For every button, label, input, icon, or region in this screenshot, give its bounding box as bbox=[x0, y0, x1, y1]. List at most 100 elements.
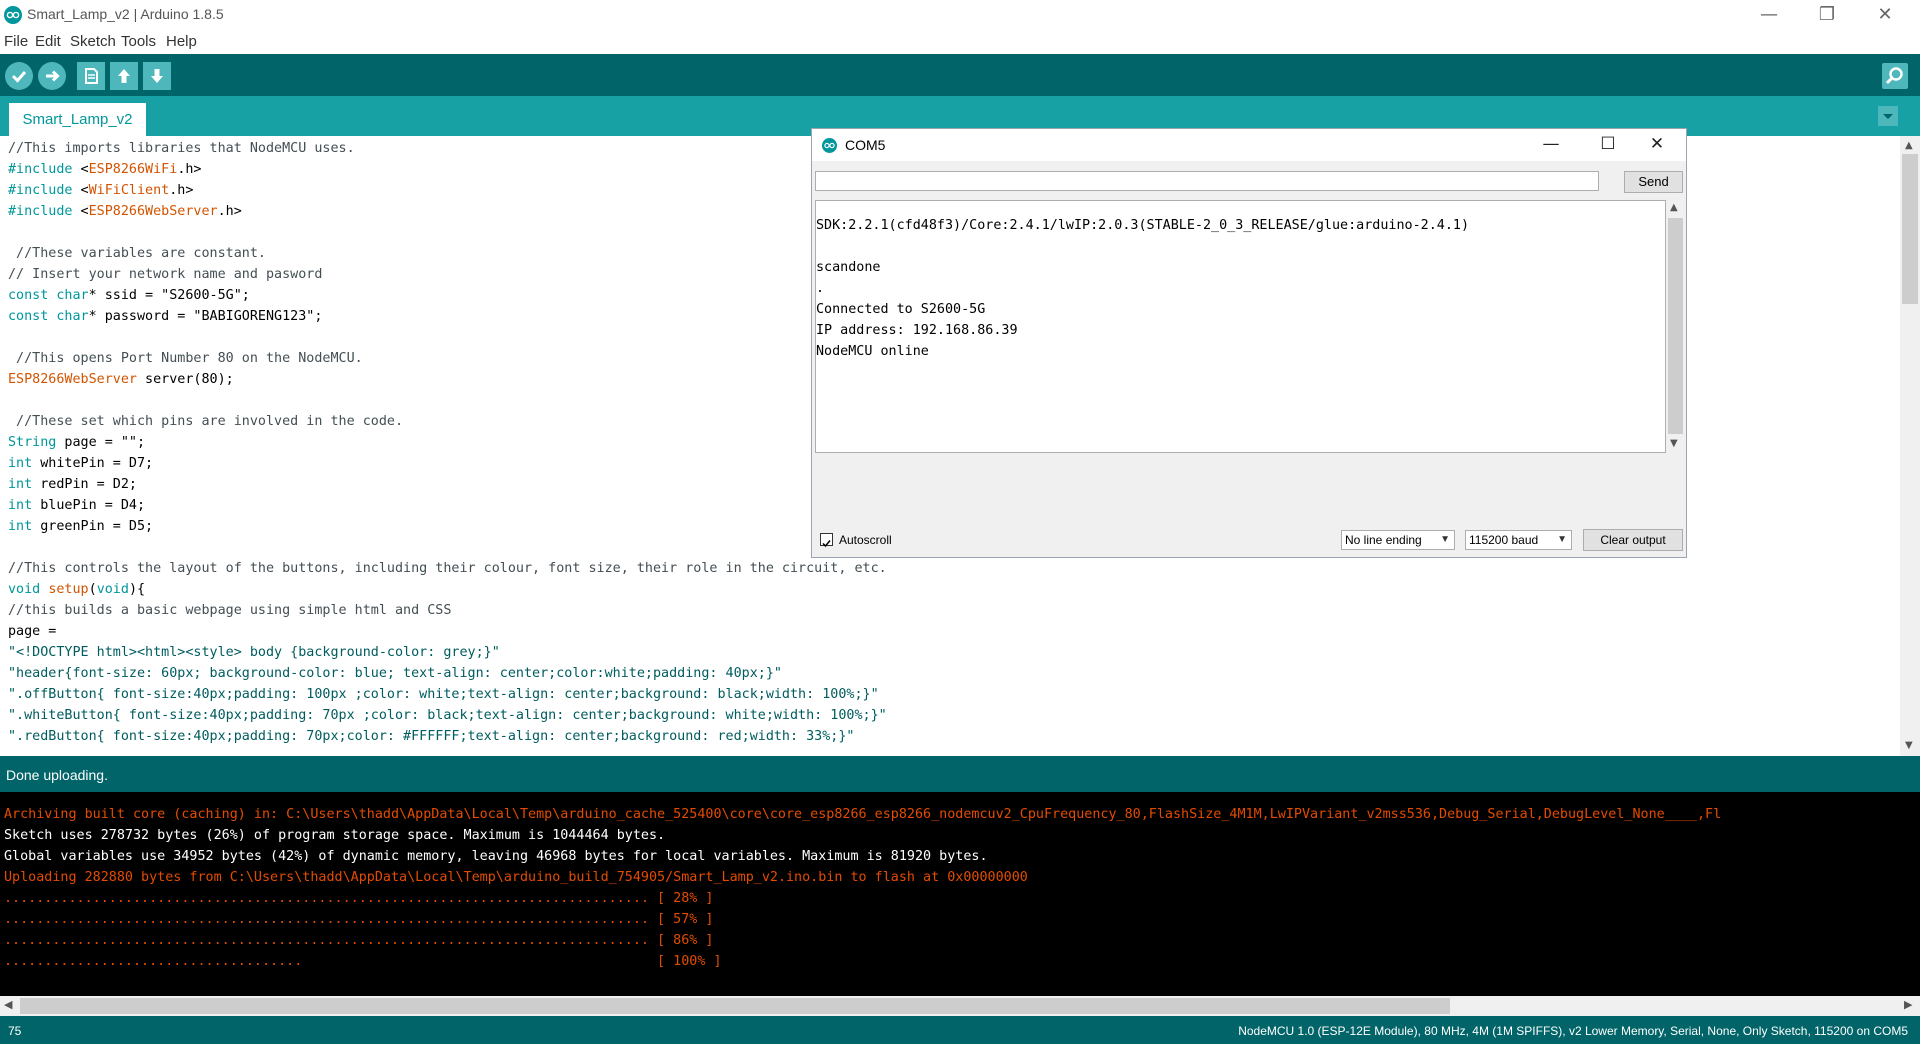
autoscroll-checkbox[interactable] bbox=[820, 533, 833, 548]
close-button[interactable]: ✕ bbox=[1856, 0, 1914, 31]
editor-scrollbar[interactable]: ▲ ▼ bbox=[1900, 136, 1920, 756]
arrow-right-icon bbox=[46, 70, 60, 82]
arduino-logo-icon bbox=[822, 138, 837, 153]
scroll-down-icon[interactable]: ▼ bbox=[1905, 740, 1913, 751]
tab-menu-button[interactable] bbox=[1878, 106, 1898, 126]
console-line: ..................................... [ … bbox=[4, 954, 722, 969]
board-info: NodeMCU 1.0 (ESP-12E Module), 80 MHz, 4M… bbox=[1238, 1024, 1908, 1038]
sm-close-button[interactable]: ✕ bbox=[1629, 129, 1685, 161]
code-line: //this builds a basic webpage using simp… bbox=[8, 603, 452, 618]
code-line: ".redButton{ font-size:40px;padding: 70p… bbox=[8, 729, 855, 744]
bottom-bar: 75 NodeMCU 1.0 (ESP-12E Module), 80 MHz,… bbox=[0, 1016, 1920, 1044]
save-button[interactable] bbox=[143, 62, 171, 90]
console-scroll-thumb[interactable] bbox=[20, 998, 1450, 1014]
line-ending-select[interactable]: No line ending ▼ bbox=[1341, 530, 1455, 550]
chevron-down-icon: ▼ bbox=[1440, 534, 1450, 545]
code-line: //This controls the layout of the button… bbox=[8, 561, 887, 576]
console-line: Sketch uses 278732 bytes (26%) of progra… bbox=[4, 828, 666, 843]
code-line: String page = ""; bbox=[8, 435, 146, 450]
code-line: int greenPin = D5; bbox=[8, 519, 154, 534]
code-line: const char* ssid = "S2600-5G"; bbox=[8, 288, 250, 303]
menu-tools[interactable]: Tools bbox=[121, 33, 156, 50]
serial-output-line: scandone bbox=[816, 260, 881, 275]
baud-rate-select[interactable]: 115200 baud ▼ bbox=[1465, 530, 1572, 550]
scroll-up-icon[interactable]: ▲ bbox=[1905, 140, 1913, 151]
restore-button[interactable]: ❐ bbox=[1798, 0, 1856, 31]
code-line: //These set which pins are involved in t… bbox=[8, 414, 404, 429]
console-output[interactable]: Archiving built core (caching) in: C:\Us… bbox=[0, 792, 1920, 996]
code-line: #include <ESP8266WebServer.h> bbox=[8, 204, 242, 219]
editor-scroll-thumb[interactable] bbox=[1902, 154, 1918, 304]
menu-help[interactable]: Help bbox=[166, 33, 197, 50]
sm-maximize-button[interactable]: ☐ bbox=[1580, 129, 1636, 161]
serial-input[interactable] bbox=[815, 171, 1599, 191]
menu-edit[interactable]: Edit bbox=[35, 33, 61, 50]
status-bar: Done uploading. bbox=[0, 756, 1920, 792]
code-line: //This imports libraries that NodeMCU us… bbox=[8, 141, 355, 156]
new-sketch-button[interactable] bbox=[77, 62, 105, 90]
scroll-left-icon[interactable]: ◀ bbox=[4, 998, 12, 1011]
serial-output-line: . bbox=[816, 281, 825, 296]
serial-output-line: Connected to S2600-5G bbox=[816, 302, 986, 317]
code-line: ".whiteButton{ font-size:40px;padding: 7… bbox=[8, 708, 887, 723]
code-line: int whitePin = D7; bbox=[8, 456, 154, 471]
upload-button[interactable] bbox=[38, 62, 66, 90]
code-line: int bluePin = D4; bbox=[8, 498, 146, 513]
serial-output-line: IP address: 192.168.86.39 bbox=[816, 323, 1018, 338]
serial-output-line: NodeMCU online bbox=[816, 344, 929, 359]
code-line: "header{font-size: 60px; background-colo… bbox=[8, 666, 782, 681]
scroll-up-icon[interactable]: ▲ bbox=[1670, 202, 1678, 213]
code-line: ".offButton{ font-size:40px;padding: 100… bbox=[8, 687, 879, 702]
code-line: //This opens Port Number 80 on the NodeM… bbox=[8, 351, 363, 366]
clear-output-button[interactable]: Clear output bbox=[1583, 529, 1683, 551]
arrow-down-icon bbox=[151, 69, 163, 83]
arduino-logo-icon bbox=[4, 6, 22, 24]
serial-monitor-window: COM5 — ☐ ✕ Send SDK:2.2.1(cfd48f3)/Core:… bbox=[811, 128, 1687, 558]
console-line: Uploading 282880 bytes from C:\Users\tha… bbox=[4, 870, 1028, 885]
toolbar bbox=[0, 54, 1920, 96]
code-line: const char* password = "BABIGORENG123"; bbox=[8, 309, 323, 324]
menu-file[interactable]: File bbox=[4, 33, 28, 50]
baud-rate-value: 115200 baud bbox=[1469, 533, 1539, 547]
window-title: Smart_Lamp_v2 | Arduino 1.8.5 bbox=[27, 6, 224, 22]
open-button[interactable] bbox=[110, 62, 138, 90]
console-line: Archiving built core (caching) in: C:\Us… bbox=[4, 807, 1722, 822]
code-line: void setup(void){ bbox=[8, 582, 146, 597]
arrow-up-icon bbox=[118, 69, 130, 83]
line-ending-value: No line ending bbox=[1345, 533, 1422, 547]
tab-smart-lamp[interactable]: Smart_Lamp_v2 bbox=[9, 103, 146, 136]
autoscroll-label: Autoscroll bbox=[839, 533, 892, 547]
status-message: Done uploading. bbox=[6, 767, 108, 783]
code-line: int redPin = D2; bbox=[8, 477, 137, 492]
minimize-button[interactable]: — bbox=[1740, 0, 1798, 31]
chevron-down-icon bbox=[1883, 114, 1893, 119]
serial-output-scrollbar[interactable]: ▲ ▼ bbox=[1667, 200, 1684, 453]
serial-monitor-button[interactable] bbox=[1882, 63, 1908, 89]
serial-scroll-thumb[interactable] bbox=[1668, 218, 1683, 434]
scroll-down-icon[interactable]: ▼ bbox=[1670, 438, 1678, 449]
title-bar: Smart_Lamp_v2 | Arduino 1.8.5 — ❐ ✕ bbox=[0, 0, 1920, 31]
menu-sketch[interactable]: Sketch bbox=[70, 33, 116, 50]
chevron-down-icon: ▼ bbox=[1557, 534, 1567, 545]
code-line: page = bbox=[8, 624, 57, 639]
console-line: ........................................… bbox=[4, 912, 714, 927]
console-line: ........................................… bbox=[4, 891, 714, 906]
checkmark-icon bbox=[11, 71, 27, 83]
serial-output-line: SDK:2.2.1(cfd48f3)/Core:2.4.1/lwIP:2.0.3… bbox=[816, 218, 1470, 233]
line-number: 75 bbox=[8, 1024, 22, 1038]
code-line: ESP8266WebServer server(80); bbox=[8, 372, 234, 387]
verify-button[interactable] bbox=[5, 62, 33, 90]
new-file-icon bbox=[85, 68, 98, 84]
send-button[interactable]: Send bbox=[1624, 171, 1683, 193]
serial-output[interactable]: SDK:2.2.1(cfd48f3)/Core:2.4.1/lwIP:2.0.3… bbox=[815, 200, 1666, 453]
console-line: ........................................… bbox=[4, 933, 714, 948]
console-line: Global variables use 34952 bytes (42%) o… bbox=[4, 849, 988, 864]
sm-minimize-button[interactable]: — bbox=[1523, 129, 1579, 161]
code-line: #include <WiFiClient.h> bbox=[8, 183, 194, 198]
console-scrollbar[interactable]: ◀ ▶ bbox=[0, 996, 1920, 1016]
scroll-right-icon[interactable]: ▶ bbox=[1904, 998, 1912, 1011]
serial-monitor-titlebar[interactable]: COM5 — ☐ ✕ bbox=[812, 129, 1686, 161]
checkmark-icon bbox=[822, 540, 831, 548]
code-line: #include <ESP8266WiFi.h> bbox=[8, 162, 202, 177]
serial-monitor-title: COM5 bbox=[845, 137, 886, 153]
